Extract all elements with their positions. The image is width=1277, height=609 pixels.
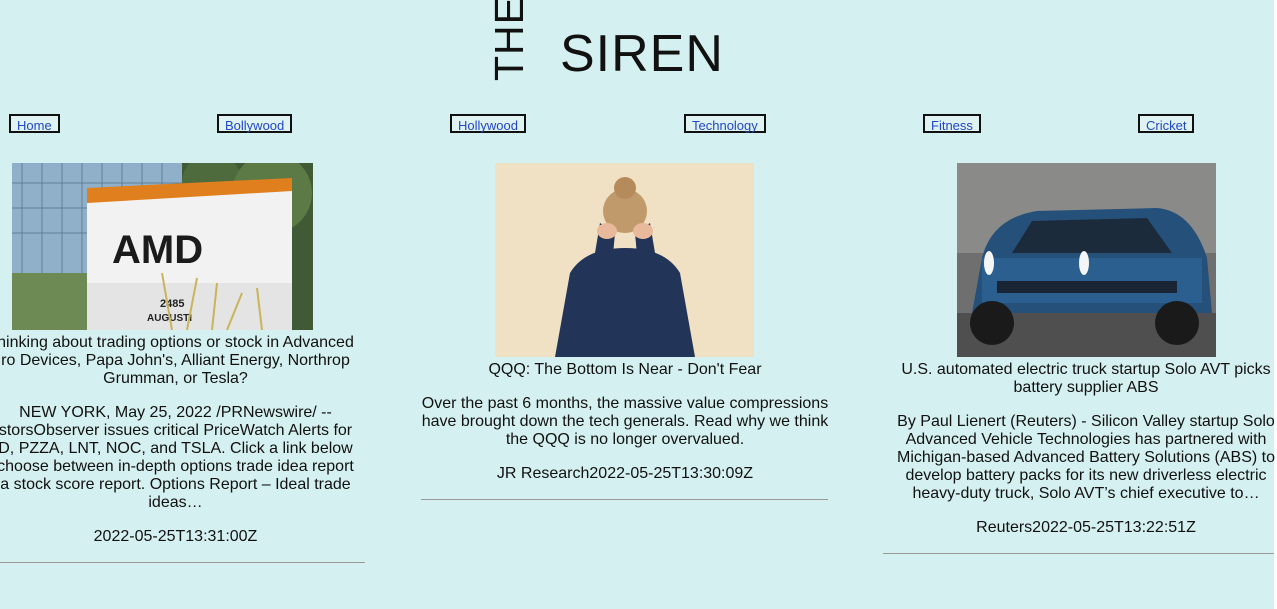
article-headline[interactable]: QQQ: The Bottom Is Near - Don't Fear: [400, 361, 850, 379]
nav-bollywood[interactable]: Bollywood: [217, 114, 293, 133]
logo-siren: SIREN: [560, 25, 724, 83]
article-image-qqq[interactable]: [495, 163, 754, 357]
nav-home[interactable]: Home: [9, 114, 60, 133]
nav-cricket[interactable]: Cricket: [1138, 114, 1195, 133]
article-image-amd[interactable]: AMD 2485 AUGUSTI: [12, 163, 313, 330]
svg-text:2485: 2485: [160, 298, 184, 310]
nav-technology[interactable]: Technology: [684, 114, 766, 133]
logo-the: THE: [486, 0, 532, 81]
article-description: By Paul Lienert (Reuters) - Silicon Vall…: [897, 413, 1275, 502]
article-image-truck[interactable]: [957, 163, 1216, 357]
article-headline[interactable]: U.S. automated electric truck startup So…: [890, 361, 1277, 397]
article-meta: Reuters2022-05-25T13:22:51Z: [976, 519, 1196, 536]
svg-text:AMD: AMD: [112, 228, 203, 272]
nav-hollywood[interactable]: Hollywood: [450, 114, 526, 133]
article-meta: JR Research2022-05-25T13:30:09Z: [496, 465, 754, 482]
article-headline[interactable]: hinking about trading options or stock i…: [0, 334, 361, 388]
article-divider: [883, 553, 1274, 554]
article-divider: [0, 562, 365, 563]
article-description: Over the past 6 months, the massive valu…: [421, 395, 829, 448]
nav-fitness[interactable]: Fitness: [923, 114, 981, 133]
article-meta: 2022-05-25T13:31:00Z: [93, 528, 258, 545]
article-description: NEW YORK, May 25, 2022 /PRNewswire/ -- s…: [0, 404, 354, 511]
article-divider: [421, 499, 828, 500]
